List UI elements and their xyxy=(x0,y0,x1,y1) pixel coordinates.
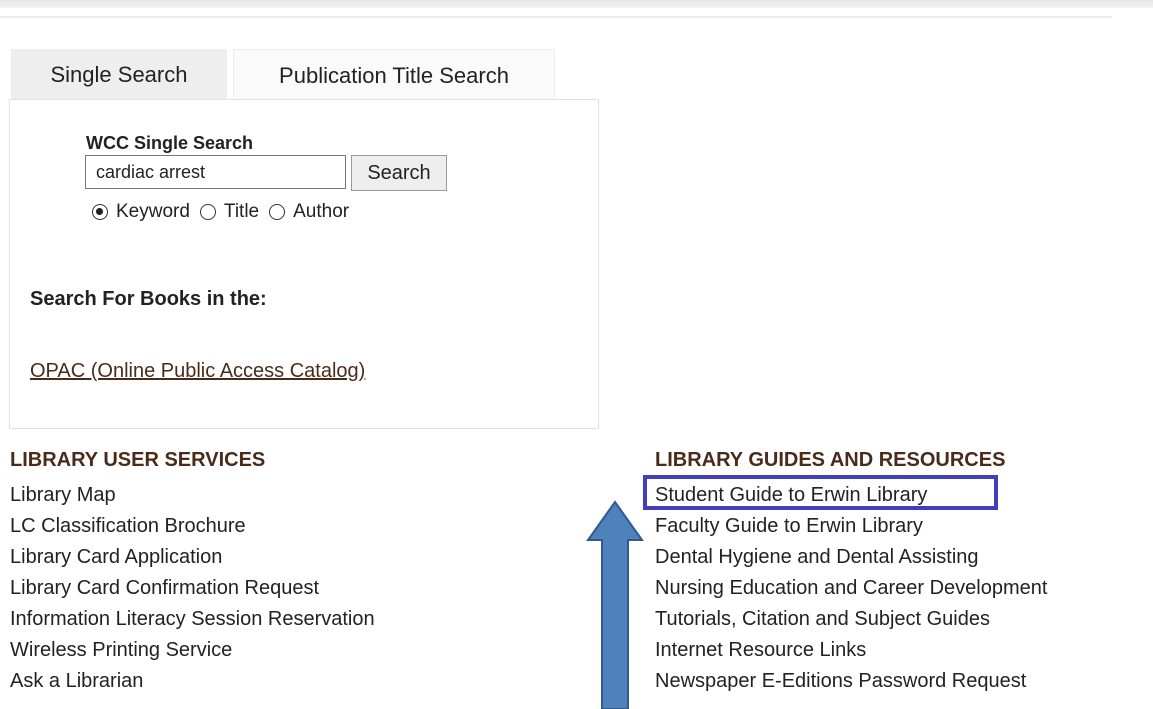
guides-list: Student Guide to Erwin Library Faculty G… xyxy=(655,480,1047,697)
link-dental-hygiene[interactable]: Dental Hygiene and Dental Assisting xyxy=(655,542,1047,573)
search-type-options: Keyword Title Author xyxy=(92,199,359,225)
guides-heading: LIBRARY GUIDES AND RESOURCES xyxy=(655,449,1006,471)
tab-single-search[interactable]: Single Search xyxy=(11,49,227,99)
search-input[interactable] xyxy=(85,155,346,189)
link-newspaper-e-editions[interactable]: Newspaper E-Editions Password Request xyxy=(655,666,1047,697)
up-arrow-icon xyxy=(586,500,644,709)
radio-keyword[interactable] xyxy=(92,204,108,220)
link-internet-resources[interactable]: Internet Resource Links xyxy=(655,635,1047,666)
radio-title-label[interactable]: Title xyxy=(224,201,259,223)
divider xyxy=(0,16,1112,18)
link-information-literacy-session[interactable]: Information Literacy Session Reservation xyxy=(10,604,375,635)
search-button[interactable]: Search xyxy=(351,155,447,191)
opac-link[interactable]: OPAC (Online Public Access Catalog) xyxy=(30,360,365,383)
radio-keyword-label[interactable]: Keyword xyxy=(116,201,190,223)
link-student-guide[interactable]: Student Guide to Erwin Library xyxy=(655,480,1047,511)
link-nursing-education[interactable]: Nursing Education and Career Development xyxy=(655,573,1047,604)
user-services-heading: LIBRARY USER SERVICES xyxy=(10,449,266,471)
books-heading: Search For Books in the: xyxy=(30,288,267,310)
link-library-map[interactable]: Library Map xyxy=(10,480,375,511)
link-ask-a-librarian[interactable]: Ask a Librarian xyxy=(10,666,375,697)
search-label: WCC Single Search xyxy=(86,133,254,153)
radio-author-label[interactable]: Author xyxy=(293,201,349,223)
radio-author[interactable] xyxy=(269,204,286,220)
link-library-card-confirmation[interactable]: Library Card Confirmation Request xyxy=(10,573,375,604)
tab-publication-title-search[interactable]: Publication Title Search xyxy=(233,49,555,99)
link-faculty-guide[interactable]: Faculty Guide to Erwin Library xyxy=(655,511,1047,542)
radio-title[interactable] xyxy=(199,204,216,220)
top-bar xyxy=(0,0,1153,8)
link-library-card-application[interactable]: Library Card Application xyxy=(10,542,375,573)
link-wireless-printing[interactable]: Wireless Printing Service xyxy=(10,635,375,666)
user-services-list: Library Map LC Classification Brochure L… xyxy=(10,480,375,697)
link-tutorials-citation[interactable]: Tutorials, Citation and Subject Guides xyxy=(655,604,1047,635)
link-lc-classification-brochure[interactable]: LC Classification Brochure xyxy=(10,511,375,542)
